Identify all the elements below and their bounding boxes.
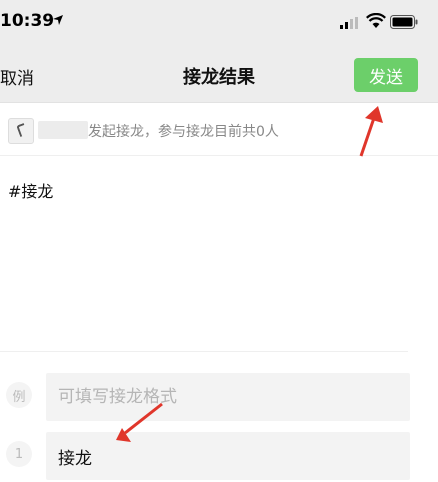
example-label: 例 <box>6 382 32 408</box>
status-time: 10:39 <box>0 11 55 31</box>
format-example-input[interactable] <box>46 373 410 421</box>
avatar <box>8 118 34 144</box>
cellular-signal-icon <box>340 17 358 29</box>
entry-input-1[interactable] <box>46 432 410 480</box>
entry-number-label: 1 <box>6 441 32 467</box>
divider <box>0 351 408 352</box>
wifi-icon <box>366 13 386 28</box>
initiator-info-row: 发起接龙，参与接龙目前共0人 <box>0 103 438 156</box>
location-arrow-icon <box>53 15 63 25</box>
nav-bar: 取消 接龙结果 发送 <box>0 46 438 103</box>
topic-text[interactable]: #接龙 <box>8 178 53 202</box>
initiator-info-text: 发起接龙，参与接龙目前共0人 <box>88 124 279 140</box>
blurred-username <box>38 121 88 139</box>
send-button[interactable]: 发送 <box>354 58 418 92</box>
battery-icon <box>390 15 418 29</box>
status-bar: 10:39 <box>0 0 438 46</box>
